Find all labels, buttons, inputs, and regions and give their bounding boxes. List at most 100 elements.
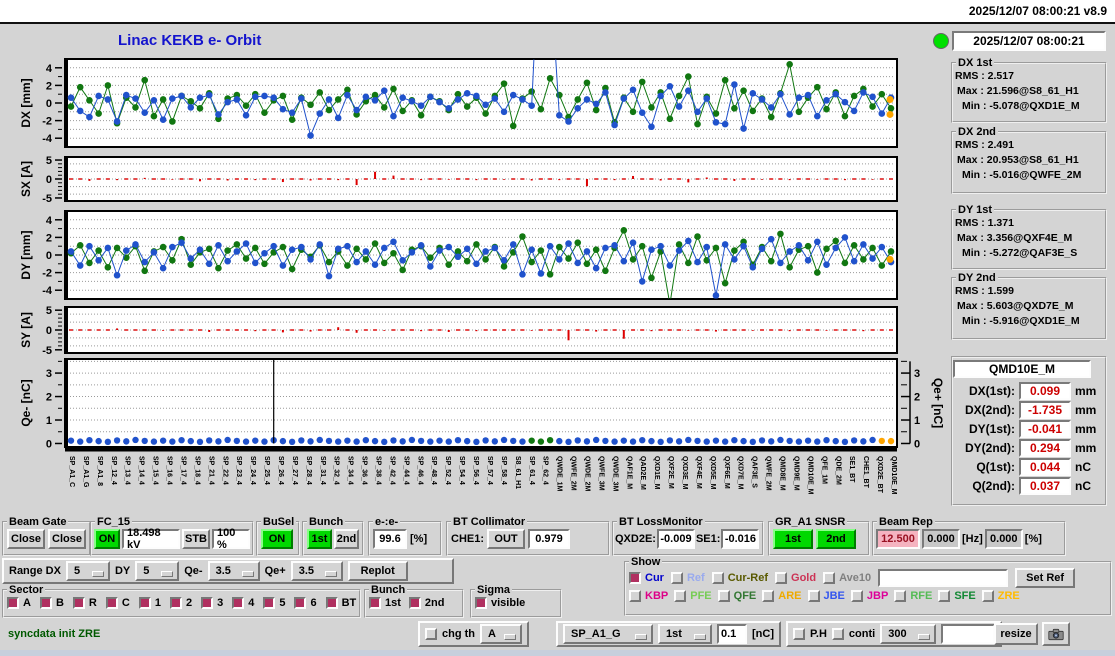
che1-value[interactable]: 0.979 [528, 529, 571, 549]
bunch-1st-button[interactable]: 1st [307, 529, 332, 549]
show-cur-ref[interactable]: Cur-Ref [711, 572, 768, 584]
show-zre[interactable]: ZRE [981, 590, 1020, 602]
sector-4-checkbox[interactable] [232, 597, 245, 609]
statusbar-input[interactable] [941, 624, 996, 644]
set-ref-button[interactable]: Set Ref [1015, 568, 1076, 588]
fc15-stb-button[interactable]: STB [182, 529, 210, 549]
show-rfe[interactable]: RFE [894, 590, 932, 602]
show-ave10[interactable]: Ave10 [823, 572, 871, 584]
sigma-visible-checkbox[interactable] [475, 597, 487, 609]
gr-a1-1st-button[interactable]: 1st [773, 529, 813, 549]
show-ref[interactable]: Ref [670, 572, 705, 584]
qxd2e-value[interactable]: -0.009 [656, 529, 695, 549]
svg-text:1: 1 [46, 415, 52, 427]
show-cur-ref-checkbox[interactable] [711, 572, 724, 584]
e-ratio-group: e-:e- 99.6 [%] [368, 516, 442, 556]
show-pfe[interactable]: PFE [674, 590, 712, 602]
show-sfe-checkbox[interactable] [938, 590, 951, 602]
sigma-visible[interactable]: visible [475, 597, 525, 609]
svg-text:4: 4 [46, 63, 53, 75]
chg-th-select[interactable]: A [480, 624, 522, 644]
window-titlebar: 2025/12/07 08:00:21 v8.9 [0, 0, 1115, 22]
conti-checkbox[interactable] [831, 628, 844, 640]
show-gold[interactable]: Gold [775, 572, 816, 584]
show-ref-checkbox[interactable] [670, 572, 683, 584]
show-rfe-checkbox[interactable] [894, 590, 907, 602]
resize-button[interactable]: resize [994, 623, 1038, 645]
threshold-input[interactable] [717, 624, 747, 644]
sector-r[interactable]: R [72, 597, 97, 609]
busel-on-button[interactable]: ON [261, 529, 293, 549]
gr-a1-2nd-button[interactable]: 2nd [816, 529, 856, 549]
count-select[interactable]: 300 [880, 624, 937, 644]
show-qfe[interactable]: QFE [717, 590, 756, 602]
screenshot-button[interactable] [1042, 622, 1070, 646]
sector-a[interactable]: A [7, 597, 31, 609]
sector-5-checkbox[interactable] [263, 597, 276, 609]
beam-gate-close-button-1[interactable]: Close [7, 529, 45, 549]
sector-1-checkbox[interactable] [138, 597, 151, 609]
show-are[interactable]: ARE [762, 590, 802, 602]
show-sfe[interactable]: SFE [938, 590, 976, 602]
range-qe-plus-select[interactable]: 3.5 [290, 561, 343, 581]
show-jbp-checkbox[interactable] [850, 590, 863, 602]
bunch-sel-2nd[interactable]: 2nd [408, 597, 444, 609]
bunch-sel-2nd-checkbox[interactable] [408, 597, 421, 609]
sector-6[interactable]: 6 [294, 597, 317, 609]
sector-c[interactable]: C [105, 597, 130, 609]
svg-text:QDE_2M: QDE_2M [834, 456, 841, 485]
sp-device-select[interactable]: SP_A1_G [563, 624, 653, 644]
sector-bt-checkbox[interactable] [325, 597, 338, 609]
show-kbp-checkbox[interactable] [629, 590, 641, 602]
fc15-on-button[interactable]: ON [94, 529, 120, 549]
show-cur[interactable]: Cur [629, 572, 664, 584]
show-jbe[interactable]: JBE [807, 590, 845, 602]
chg-th-checkbox[interactable] [425, 628, 437, 640]
sector-5[interactable]: 5 [263, 597, 285, 609]
ref-file-input[interactable] [878, 569, 1009, 587]
sector-b[interactable]: B [39, 597, 64, 609]
show-jbe-checkbox[interactable] [807, 590, 820, 602]
replot-button[interactable]: Replot [347, 561, 408, 581]
sector-2-checkbox[interactable] [169, 597, 182, 609]
sector-6-checkbox[interactable] [294, 597, 307, 609]
fc15-kv-value[interactable]: 18.498 kV [122, 527, 180, 551]
show-are-checkbox[interactable] [762, 590, 775, 602]
range-dy-select[interactable]: 5 [135, 561, 180, 581]
svg-text:2: 2 [46, 80, 52, 92]
sector-a-checkbox[interactable] [7, 597, 19, 609]
che1-out-button[interactable]: OUT [487, 529, 526, 549]
sp-bunch-select[interactable]: 1st [658, 624, 712, 644]
qmd-row-value: 0.044 [1019, 458, 1071, 476]
fc15-percent-value[interactable]: 100 % [212, 527, 250, 551]
sector-b-checkbox[interactable] [39, 597, 52, 609]
sector-1[interactable]: 1 [138, 597, 161, 609]
qmd-row: DX(2nd): -1.735 mm [957, 401, 1101, 419]
bunch-sel-1st-checkbox[interactable] [369, 597, 381, 609]
sector-3[interactable]: 3 [201, 597, 223, 609]
show-kbp[interactable]: KBP [629, 590, 668, 602]
sector-r-checkbox[interactable] [72, 597, 85, 609]
sector-2[interactable]: 2 [169, 597, 192, 609]
range-qe-minus-select[interactable]: 3.5 [207, 561, 260, 581]
show-jbp[interactable]: JBP [850, 590, 888, 602]
bunch-sel-1st[interactable]: 1st [369, 597, 401, 609]
sector-bt[interactable]: BT [325, 597, 356, 609]
ph-checkbox[interactable] [793, 628, 805, 640]
qmd-row-label: DY(2nd): [965, 441, 1015, 455]
se1-value[interactable]: -0.016 [721, 529, 760, 549]
show-qfe-checkbox[interactable] [717, 590, 730, 602]
e-ratio-value[interactable]: 99.6 [373, 529, 407, 549]
beam-gate-close-button-2[interactable]: Close [48, 529, 86, 549]
show-ave10-checkbox[interactable] [823, 572, 836, 584]
show-cur-checkbox[interactable] [629, 572, 641, 584]
sector-c-checkbox[interactable] [105, 597, 118, 609]
sector-3-checkbox[interactable] [201, 597, 214, 609]
bunch-2nd-button[interactable]: 2nd [334, 529, 359, 549]
show-zre-checkbox[interactable] [981, 590, 994, 602]
sector-4[interactable]: 4 [232, 597, 254, 609]
stat-min: Min : -5.016@QWFE_2M [962, 169, 1082, 181]
show-gold-checkbox[interactable] [775, 572, 788, 584]
show-pfe-checkbox[interactable] [674, 590, 687, 602]
range-dx-select[interactable]: 5 [65, 561, 110, 581]
